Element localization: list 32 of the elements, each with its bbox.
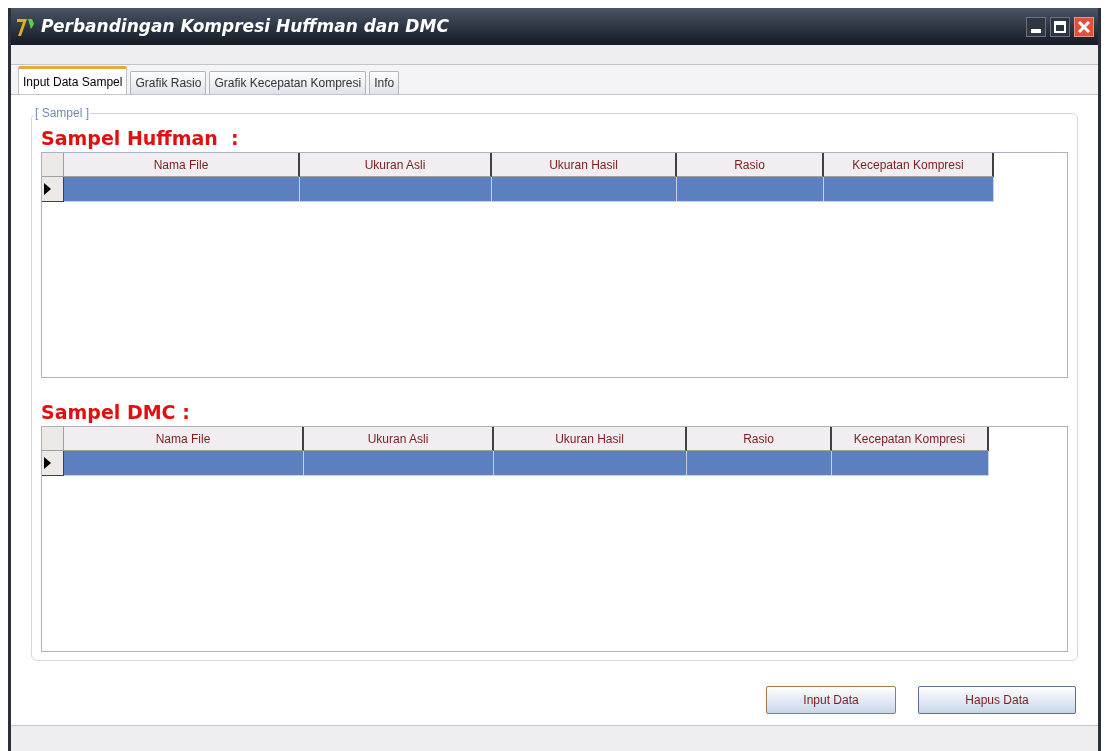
- column-header[interactable]: Ukuran Hasil: [492, 153, 677, 177]
- grid-heading: Sampel Huffman :: [41, 126, 240, 150]
- window-title: Perbandingan Kompresi Huffman dan DMC: [41, 14, 449, 38]
- tab[interactable]: Input Data Sampel: [18, 66, 128, 94]
- column-header[interactable]: Kecepatan Kompresi: [832, 427, 989, 451]
- column-header[interactable]: Ukuran Asli: [304, 427, 494, 451]
- close-icon: [1078, 20, 1090, 33]
- minimize-icon: [1031, 28, 1041, 33]
- column-header[interactable]: Rasio: [687, 427, 832, 451]
- column-header[interactable]: Kecepatan Kompresi: [824, 153, 994, 177]
- tab[interactable]: Info: [369, 71, 400, 94]
- data-grid[interactable]: Nama File Ukuran Asli Ukuran Hasil Rasio Kecepatan Kompresi: [41, 152, 1068, 378]
- group-title: [ Sampel ]: [34, 106, 91, 120]
- column-header[interactable]: Rasio: [677, 153, 824, 177]
- minimize-button[interactable]: [1026, 16, 1046, 37]
- column-header[interactable]: Ukuran Hasil: [494, 427, 687, 451]
- column-header[interactable]: Nama File: [64, 427, 304, 451]
- tab[interactable]: Grafik Kecepatan Kompresi: [209, 71, 367, 94]
- column-header[interactable]: Ukuran Asli: [300, 153, 492, 177]
- data-grid[interactable]: Nama File Ukuran Asli Ukuran Hasil Rasio Kecepatan Kompresi: [41, 426, 1068, 652]
- row-header-corner: [42, 153, 64, 177]
- tab[interactable]: Grafik Rasio: [130, 71, 207, 94]
- close-button[interactable]: [1074, 16, 1094, 37]
- column-header[interactable]: Nama File: [64, 153, 300, 177]
- action-button[interactable]: Hapus Data: [918, 686, 1076, 714]
- action-button[interactable]: Input Data: [766, 686, 896, 714]
- maximize-button[interactable]: [1050, 16, 1070, 37]
- maximize-icon: [1054, 20, 1066, 33]
- grid-heading: Sampel DMC :: [41, 400, 191, 424]
- row-pointer-icon: [44, 457, 51, 469]
- row-pointer-icon: [44, 183, 51, 195]
- row-header-corner: [42, 427, 64, 451]
